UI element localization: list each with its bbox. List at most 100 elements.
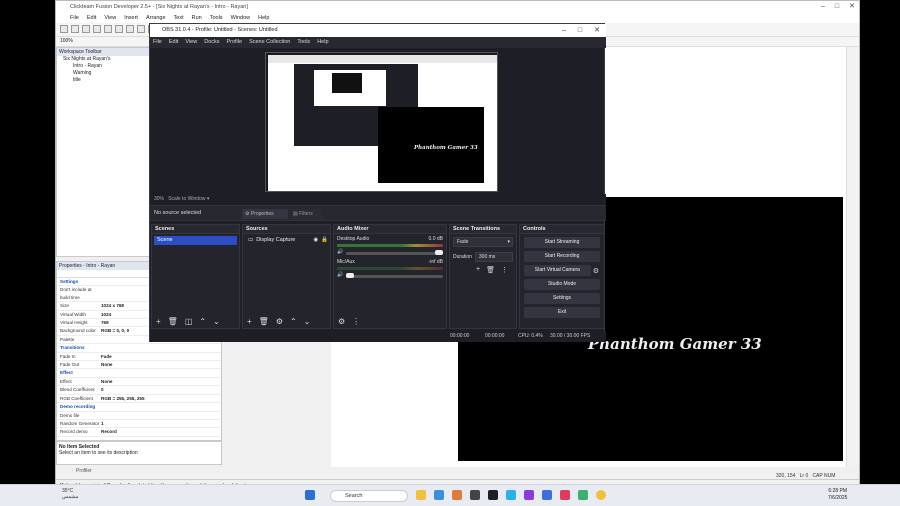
ctf-menu-item[interactable]: Edit (87, 13, 96, 23)
ctf-menu-item[interactable]: Help (258, 13, 269, 23)
zoom-select[interactable]: 100% (60, 38, 73, 44)
obs-menu-item[interactable]: View (185, 37, 197, 48)
gear-icon[interactable]: ⚙ (276, 316, 283, 328)
minimize-icon[interactable]: – (562, 24, 566, 37)
property-row[interactable]: Effect (57, 369, 221, 378)
properties-button[interactable]: ⚙ Properties (242, 209, 288, 219)
app-icon[interactable] (506, 490, 516, 500)
transition-select[interactable]: Fade ▾ (453, 237, 513, 247)
obs-menu-item[interactable]: Profile (226, 37, 242, 48)
ctf-menu-item[interactable]: Insert (124, 13, 138, 23)
vertical-scrollbar[interactable] (846, 47, 859, 467)
obs-menu-item[interactable]: Scene Collection (249, 37, 290, 48)
new-icon[interactable] (60, 25, 68, 33)
down-icon[interactable]: ⌄ (213, 316, 220, 328)
speaker-icon[interactable]: 🔊 (337, 249, 343, 255)
ctf-menu-item[interactable]: Window (231, 13, 251, 23)
profiler-tab[interactable]: Profiler (76, 468, 92, 474)
up-icon[interactable]: ⌃ (290, 316, 297, 328)
start-virtual-camera-button[interactable]: Start Virtual Camera (524, 265, 591, 276)
property-row[interactable]: Random Generator 1 (57, 420, 221, 429)
studio-mode-button[interactable]: Studio Mode (524, 279, 600, 290)
add-icon[interactable]: + (156, 316, 161, 328)
lock-icon[interactable]: 🔒 (321, 236, 328, 245)
open-icon[interactable] (71, 25, 79, 33)
trash-icon[interactable]: 🗑 (486, 266, 495, 274)
property-row[interactable]: Blend Coefficient 0 (57, 386, 221, 395)
property-row[interactable]: Transitions (57, 344, 221, 353)
system-clock[interactable]: 6:28 PM 7/6/2025 (828, 488, 847, 502)
add-icon[interactable]: + (247, 316, 252, 328)
obs-menu-item[interactable]: Tools (297, 37, 310, 48)
duration-input[interactable]: 300 ms (474, 252, 513, 262)
scale-select[interactable]: Scale to Window (168, 196, 205, 202)
exit-button[interactable]: Exit (524, 307, 600, 318)
maximize-icon[interactable]: □ (835, 1, 839, 13)
volume-slider[interactable] (346, 250, 443, 255)
filters-button[interactable]: ▤ Filters (290, 209, 322, 219)
obs-preview[interactable]: Phanthom Gamer 33 (265, 52, 498, 192)
cut-icon[interactable] (93, 25, 101, 33)
property-row[interactable]: Demo recording (57, 403, 221, 412)
gear-icon[interactable]: ⚙ (338, 316, 345, 328)
eye-icon[interactable]: ◉ (313, 236, 318, 245)
save-icon[interactable] (82, 25, 90, 33)
app-icon[interactable] (542, 490, 552, 500)
close-icon[interactable]: ✕ (849, 1, 855, 13)
property-row[interactable]: Effect None (57, 378, 221, 387)
property-row[interactable]: Demo file (57, 412, 221, 420)
app-icon[interactable] (578, 490, 588, 500)
trash-icon[interactable]: 🗑 (168, 316, 178, 328)
weather-widget[interactable]: 35°C مشمس (62, 488, 78, 500)
search-box[interactable]: Search (330, 490, 408, 502)
property-row[interactable]: Fade In Fade (57, 353, 221, 362)
minimize-icon[interactable]: – (821, 1, 825, 13)
speaker-icon[interactable]: 🔊 (337, 272, 343, 278)
property-row[interactable]: Fade Out None (57, 361, 221, 370)
add-icon[interactable]: + (476, 266, 480, 274)
edge-icon[interactable] (434, 490, 444, 500)
ctf-menu-item[interactable]: View (104, 13, 116, 23)
down-icon[interactable]: ⌄ (304, 316, 311, 328)
gear-icon[interactable]: ⚙ (593, 267, 599, 275)
source-item[interactable]: ▭ Display Capture ◉ 🔒 (245, 236, 328, 245)
obs-menu-item[interactable]: Docks (204, 37, 219, 48)
tree-item[interactable]: title (57, 77, 150, 84)
undo-icon[interactable] (126, 25, 134, 33)
ctf-menu-item[interactable]: File (70, 13, 79, 23)
ctf-menu-item[interactable]: Run (192, 13, 202, 23)
maximize-icon[interactable]: □ (578, 24, 582, 37)
app-icon[interactable] (470, 490, 480, 500)
ctf-menu-item[interactable]: Tools (210, 13, 223, 23)
start-streaming-button[interactable]: Start Streaming (524, 237, 600, 248)
more-icon[interactable]: ⋮ (501, 266, 508, 274)
volume-slider[interactable] (346, 273, 443, 278)
app-icon[interactable] (524, 490, 534, 500)
settings-button[interactable]: Settings (524, 293, 600, 304)
tree-item[interactable]: Six Nights at Rayan's (57, 56, 150, 63)
obs-icon[interactable] (488, 490, 498, 500)
property-row[interactable]: RGB Coefficient RGB = 255, 255, 255 (57, 395, 221, 404)
obs-menu-item[interactable]: Help (317, 37, 328, 48)
tree-item[interactable]: Intro - Rayan (57, 63, 150, 70)
copy-icon[interactable] (104, 25, 112, 33)
close-icon[interactable]: ✕ (594, 24, 600, 37)
file-explorer-icon[interactable] (416, 490, 426, 500)
more-icon[interactable]: ⋮ (352, 316, 360, 328)
obs-menu-item[interactable]: Edit (169, 37, 178, 48)
redo-icon[interactable] (137, 25, 145, 33)
start-recording-button[interactable]: Start Recording (524, 251, 600, 262)
chrome-icon[interactable] (596, 490, 606, 500)
scene-item[interactable]: Scene (154, 236, 237, 245)
paste-icon[interactable] (115, 25, 123, 33)
ctf-window-controls[interactable]: – □ ✕ (821, 1, 855, 13)
ctf-menu-item[interactable]: Text (174, 13, 184, 23)
tree-item[interactable]: Warning (57, 70, 150, 77)
app-icon[interactable] (560, 490, 570, 500)
filter-icon[interactable]: ◫ (185, 316, 193, 328)
trash-icon[interactable]: 🗑 (259, 316, 269, 328)
up-icon[interactable]: ⌃ (199, 316, 206, 328)
obs-menu-item[interactable]: File (153, 37, 162, 48)
ctf-menu-item[interactable]: Arrange (146, 13, 166, 23)
property-row[interactable]: Record demo Record (57, 428, 221, 437)
